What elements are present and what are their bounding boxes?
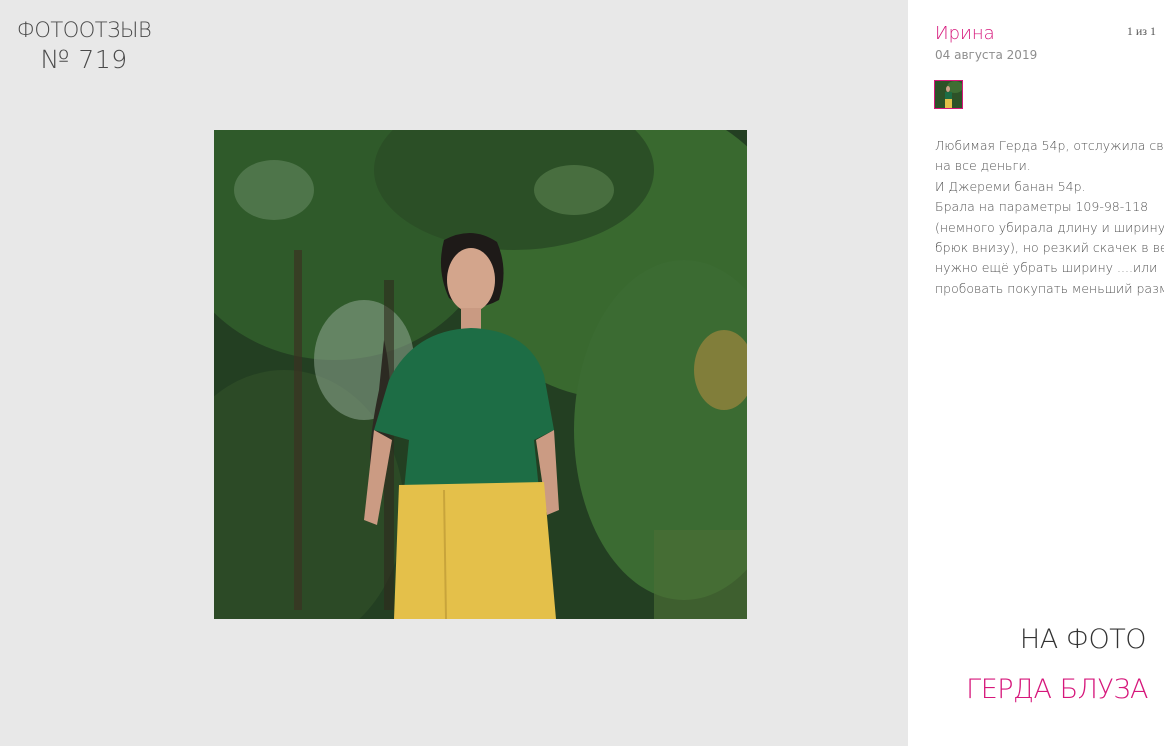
author-name: Ирина	[935, 23, 995, 44]
review-text-line: Брала на параметры 109-98-118	[935, 199, 1149, 215]
photo-counter: 1 из 1	[1126, 24, 1156, 38]
review-text-line: (немного убирала длину и ширину	[935, 219, 1164, 235]
review-number: № 719	[40, 45, 128, 75]
review-text-line: Любимая Герда 54р, отслужила свое	[935, 138, 1164, 153]
review-text-line: И Джереми банан 54р.	[935, 178, 1086, 194]
on-photo-label: НА ФОТО	[1019, 624, 1147, 655]
review-text-line: нужно ещё убрать ширину ....или	[935, 260, 1158, 276]
product-link[interactable]: ГЕРДА БЛУЗА	[966, 674, 1148, 705]
review-text-line: брюк внизу), но резкий скачек в весе,	[935, 240, 1164, 256]
review-text: Любимая Герда 54р, отслужила свое на все…	[935, 136, 1164, 299]
main-panel: ФОТООТЗЫВ № 719	[0, 0, 908, 746]
review-text-line: пробовать покупать меньший размер .	[935, 280, 1164, 296]
review-title-label: ФОТООТЗЫВ	[16, 18, 152, 42]
review-title: ФОТООТЗЫВ № 719	[0, 18, 168, 75]
review-photo	[214, 130, 747, 619]
review-text-line: на все деньги.	[935, 158, 1031, 174]
review-sidebar: Ирина 1 из 1 04 августа 2019 Любимая Гер…	[908, 0, 1164, 746]
review-date: 04 августа 2019	[935, 48, 1038, 62]
page: ФОТООТЗЫВ № 719 Ирина 1 из 1 04 августа …	[0, 0, 1164, 746]
photo-thumbnail[interactable]	[934, 80, 963, 109]
